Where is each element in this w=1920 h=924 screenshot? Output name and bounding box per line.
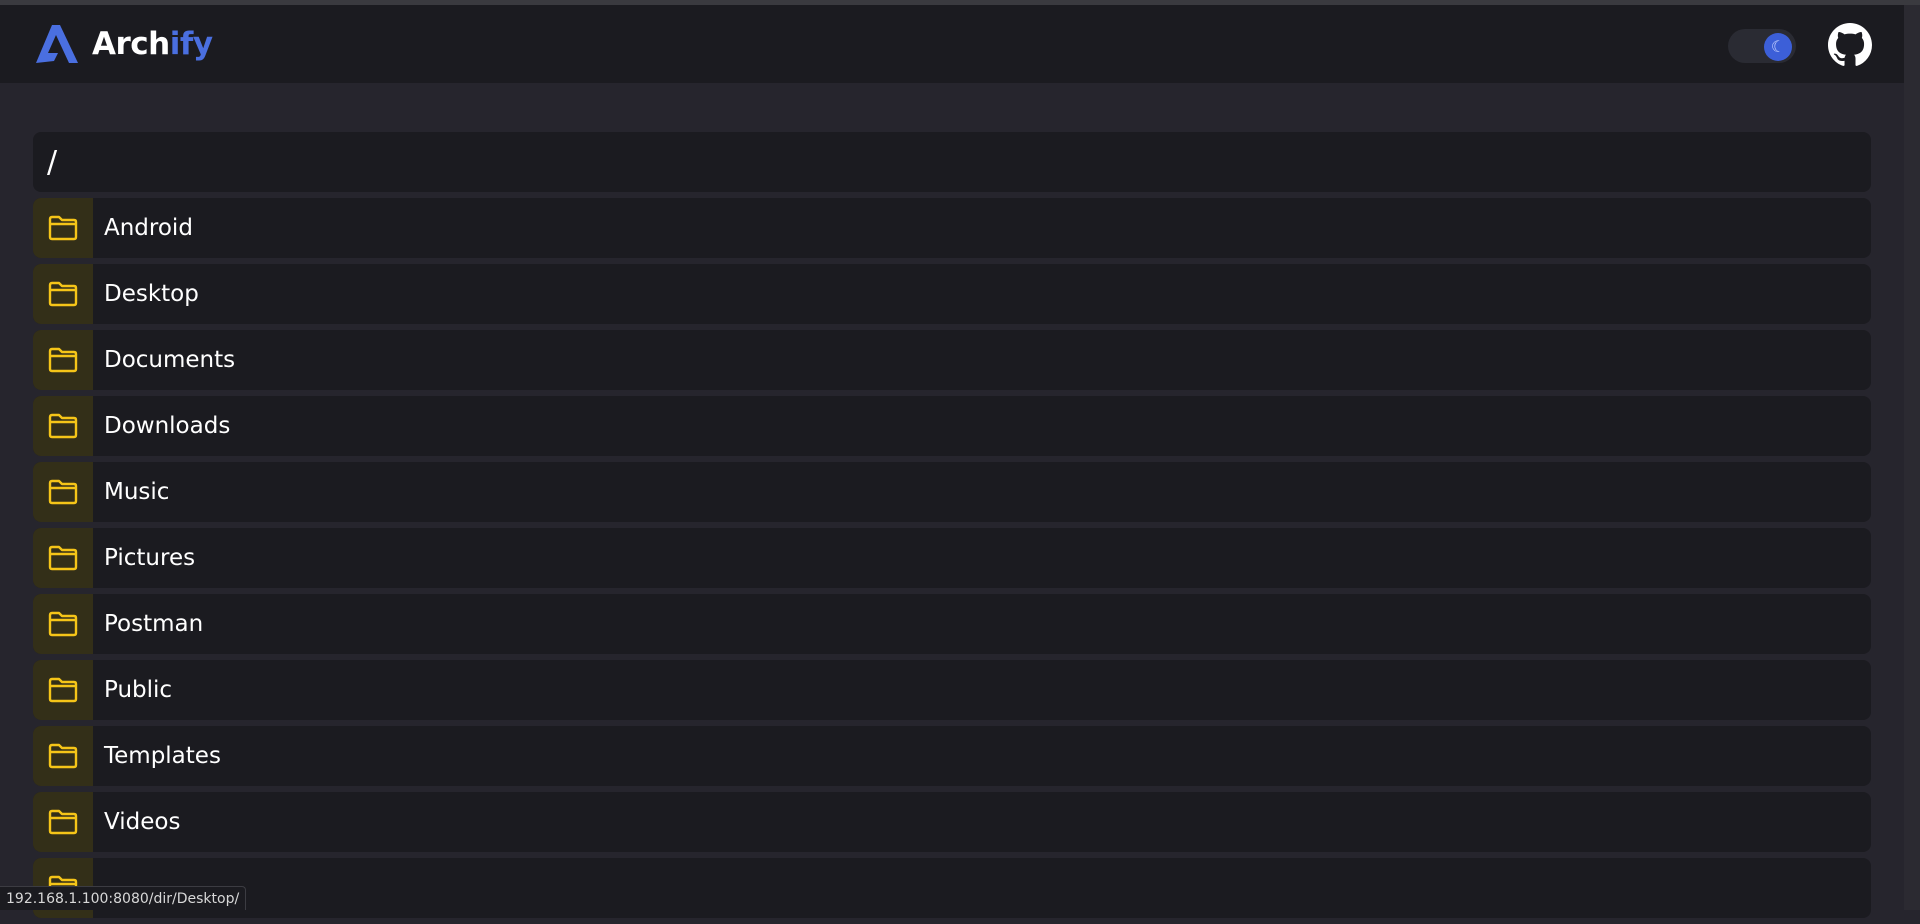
folder-icon-cell <box>33 330 93 390</box>
github-icon <box>1828 23 1872 66</box>
folder-name: Downloads <box>104 413 231 439</box>
folder-icon-cell <box>33 528 93 588</box>
folder-icon <box>48 677 78 703</box>
folder-icon-cell <box>33 792 93 852</box>
folder-icon <box>48 809 78 835</box>
folder-row[interactable]: Desktop <box>33 264 1871 324</box>
folder-icon-cell <box>33 264 93 324</box>
brand-name: Archify <box>92 26 213 62</box>
folder-icon <box>48 413 78 439</box>
folder-row[interactable]: Pictures <box>33 528 1871 588</box>
folder-name: Videos <box>104 809 181 835</box>
folder-row[interactable]: Templates <box>33 726 1871 786</box>
folder-row[interactable]: Public <box>33 660 1871 720</box>
folder-row[interactable]: Android <box>33 198 1871 258</box>
folder-icon <box>48 479 78 505</box>
folder-row[interactable]: Videos <box>33 792 1871 852</box>
brand[interactable]: Archify <box>34 19 213 69</box>
theme-toggle[interactable]: ☾ <box>1728 29 1796 63</box>
folder-row[interactable]: Music <box>33 462 1871 522</box>
folder-name: Desktop <box>104 281 199 307</box>
status-url: 192.168.1.100:8080/dir/Desktop/ <box>6 890 240 907</box>
page-scrollbar[interactable] <box>1904 5 1920 910</box>
folder-icon <box>48 743 78 769</box>
path-breadcrumb: / <box>33 132 1871 192</box>
current-path: / <box>47 144 58 180</box>
folder-icon <box>48 611 78 637</box>
folder-icon-cell <box>33 660 93 720</box>
moon-icon: ☾ <box>1764 33 1792 61</box>
folder-name: Android <box>104 215 193 241</box>
brand-name-accent: ify <box>169 26 213 62</box>
folder-name: Postman <box>104 611 204 637</box>
github-link[interactable] <box>1828 23 1872 67</box>
folder-row[interactable]: Postman <box>33 594 1871 654</box>
folder-icon <box>48 215 78 241</box>
folder-row[interactable] <box>33 858 1871 918</box>
folder-icon <box>48 281 78 307</box>
folder-icon <box>48 347 78 373</box>
folder-icon-cell <box>33 594 93 654</box>
archify-logo-icon <box>34 23 80 65</box>
folder-name: Documents <box>104 347 236 373</box>
folder-name: Music <box>104 479 170 505</box>
navbar: Archify ☾ <box>0 5 1904 83</box>
folder-row[interactable]: Downloads <box>33 396 1871 456</box>
folder-icon-cell <box>33 396 93 456</box>
folder-name: Pictures <box>104 545 196 571</box>
folder-name: Templates <box>104 743 221 769</box>
folder-row[interactable]: Documents <box>33 330 1871 390</box>
folder-name: Public <box>104 677 173 703</box>
folder-icon-cell <box>33 462 93 522</box>
folder-icon-cell <box>33 726 93 786</box>
folder-icon-cell <box>33 198 93 258</box>
link-status-bar: 192.168.1.100:8080/dir/Desktop/ <box>0 886 247 910</box>
brand-name-prefix: Arch <box>92 26 170 62</box>
folder-list: Android Desktop Documents Downloads Music Pic… <box>33 198 1871 924</box>
folder-icon <box>48 545 78 571</box>
